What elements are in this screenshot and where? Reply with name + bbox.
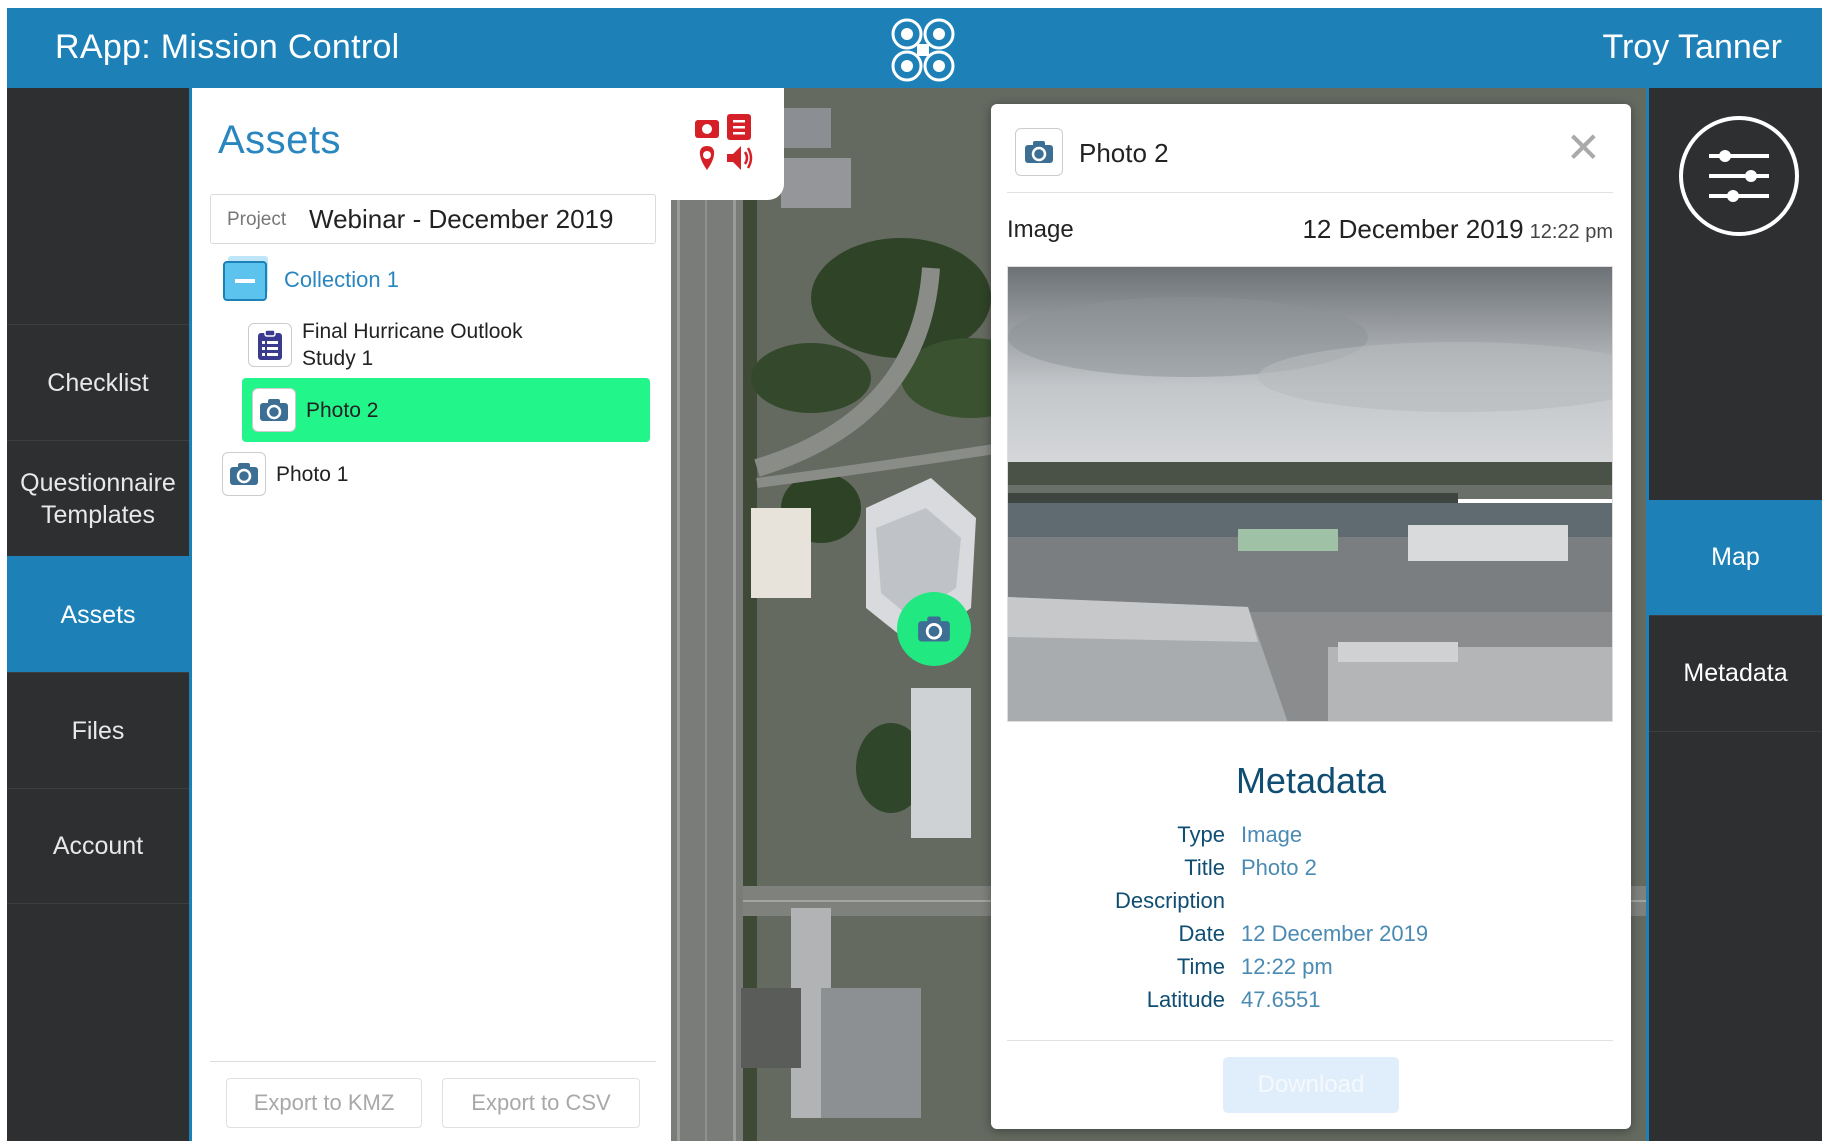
download-button[interactable]: Download: [1223, 1057, 1399, 1113]
map-tools[interactable]: [671, 88, 784, 200]
export-csv-button[interactable]: Export to CSV: [442, 1078, 640, 1128]
metadata-key: Description: [1114, 888, 1225, 913]
app-title: RApp: Mission Control: [55, 28, 400, 66]
tree-item-photo-2-selected[interactable]: Photo 2: [242, 378, 650, 442]
camera-icon: [252, 388, 296, 432]
nav-item-files[interactable]: Files: [7, 672, 189, 788]
close-icon[interactable]: ✕: [1566, 126, 1601, 170]
metadata-key: Time: [1176, 954, 1225, 979]
camera-icon: [222, 452, 266, 496]
checklist-label: Final Hurricane Outlook Study 1: [302, 320, 523, 370]
metadata-row-latitude: Latitude 47.6551: [991, 987, 1631, 1019]
nav-item-questionnaire-templates[interactable]: Questionnaire Templates: [7, 440, 189, 556]
export-kmz-button[interactable]: Export to KMZ: [226, 1078, 422, 1128]
divider: [1007, 192, 1613, 193]
collapse-icon[interactable]: [220, 254, 272, 304]
checklist-icon: [248, 323, 292, 367]
photo-1-label: Photo 1: [276, 462, 349, 486]
project-label: Project: [227, 209, 287, 230]
map-photo-marker[interactable]: [897, 592, 971, 666]
camera-icon: [1015, 128, 1063, 176]
metadata-value: 12 December 2019: [1241, 921, 1429, 946]
left-nav: Checklist Questionnaire Templates Assets…: [7, 88, 189, 1141]
photo-2-label: Photo 2: [306, 398, 379, 422]
metadata-row-date: Date 12 December 2019: [991, 921, 1631, 953]
asset-type: Image: [1007, 216, 1074, 243]
tree-item-collection[interactable]: Collection 1: [220, 254, 399, 304]
project-selector[interactable]: Project Webinar - December 2019: [210, 194, 656, 244]
metadata-row-time: Time 12:22 pm: [991, 954, 1631, 986]
metadata-key: Title: [1184, 855, 1225, 880]
filter-settings-button[interactable]: [1679, 116, 1799, 236]
metadata-value: 12:22 pm: [1241, 954, 1333, 979]
tab-metadata[interactable]: Metadata: [1649, 616, 1822, 732]
metadata-row-description: Description: [991, 888, 1631, 920]
asset-time: 12:22 pm: [1529, 221, 1613, 243]
tab-map[interactable]: Map: [1649, 500, 1822, 616]
metadata-value: 47.6551: [1241, 987, 1321, 1012]
collection-label: Collection 1: [284, 266, 399, 292]
tree-item-checklist[interactable]: Final Hurricane Outlook Study 1: [248, 318, 532, 372]
nav-item-checklist[interactable]: Checklist: [7, 324, 189, 440]
asset-date: 12 December 2019: [1302, 214, 1524, 244]
metadata-key: Date: [1178, 921, 1225, 946]
sliders-icon: [1709, 150, 1769, 202]
top-bar: RApp: Mission Control Troy Tanner: [7, 8, 1822, 88]
camera-icon: [918, 616, 950, 642]
divider: [210, 1061, 656, 1062]
metadata-row-title: Title Photo 2: [991, 855, 1631, 887]
asset-photo[interactable]: [1007, 266, 1613, 722]
rapp-logo-icon: [891, 18, 955, 82]
asset-tools-icon[interactable]: [693, 112, 755, 174]
card-title: Photo 2: [1079, 138, 1169, 168]
metadata-key: Latitude: [1146, 987, 1225, 1012]
project-value: Webinar - December 2019: [309, 204, 614, 234]
assets-panel: Assets Project Webinar - December 2019 C…: [189, 88, 671, 1141]
nav-item-assets[interactable]: Assets: [7, 556, 189, 672]
panel-title: Assets: [218, 118, 342, 162]
metadata-key: Type: [1177, 822, 1225, 847]
photo-image: [1008, 267, 1612, 721]
metadata-heading: Metadata: [1235, 760, 1387, 801]
tree-item-photo-1[interactable]: Photo 1: [222, 452, 348, 496]
divider: [1007, 1040, 1613, 1041]
metadata-row-type: Type Image: [991, 822, 1631, 854]
nav-item-account[interactable]: Account: [7, 788, 189, 904]
metadata-value: Photo 2: [1241, 855, 1317, 880]
right-nav: Map Metadata: [1646, 88, 1822, 1141]
asset-timestamp: 12 December 2019 12:22 pm: [1302, 214, 1613, 245]
metadata-value: Image: [1241, 822, 1303, 847]
user-name[interactable]: Troy Tanner: [1602, 28, 1782, 67]
asset-detail-card: Photo 2 ✕ Image 12 December 2019 12:22 pm: [991, 104, 1631, 1129]
